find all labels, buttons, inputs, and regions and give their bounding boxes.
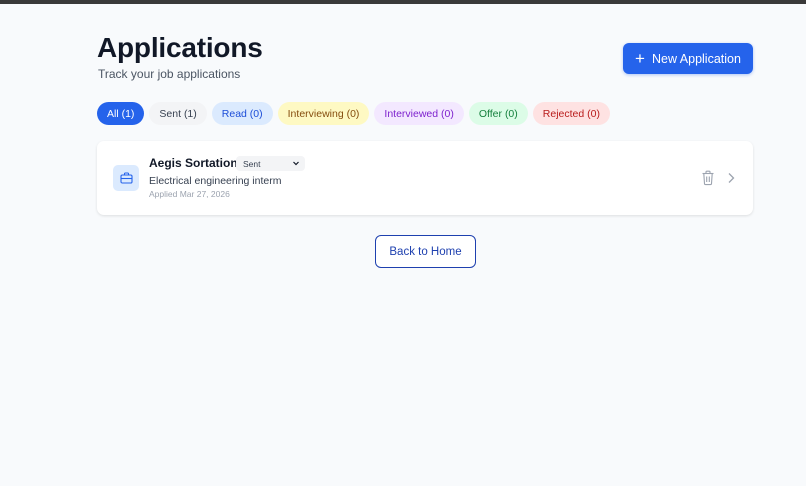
filter-rejected[interactable]: Rejected (0): [532, 102, 610, 125]
new-application-button[interactable]: + New Application: [623, 43, 753, 74]
applied-date: Applied Mar 27, 2026: [149, 189, 230, 199]
filter-sent[interactable]: Sent (1): [149, 102, 207, 125]
back-to-home-button[interactable]: Back to Home: [375, 235, 476, 268]
filter-offer[interactable]: Offer (0): [468, 102, 528, 125]
applications-page: Applications Track your job applications…: [0, 0, 806, 486]
filter-interviewing[interactable]: Interviewing (0): [277, 102, 370, 125]
new-application-label: New Application: [651, 51, 741, 66]
chevron-down-icon: [293, 161, 299, 166]
application-card[interactable]: Aegis Sortation Sent Electrical engineer…: [97, 141, 753, 215]
page-title: Applications: [97, 32, 263, 63]
status-select-value: Sent: [243, 158, 261, 169]
company-name: Aegis Sortation: [149, 156, 238, 170]
status-filter-bar: All (1) Sent (1) Read (0) Interviewing (…: [97, 102, 610, 125]
filter-all[interactable]: All (1): [97, 102, 145, 125]
filter-read[interactable]: Read (0): [211, 102, 273, 125]
chevron-right-icon[interactable]: [726, 172, 736, 184]
filter-interviewed[interactable]: Interviewed (0): [374, 102, 464, 125]
trash-icon[interactable]: [701, 170, 715, 186]
status-select[interactable]: Sent: [236, 156, 305, 171]
job-position: Electrical engineering interm: [149, 175, 282, 187]
page-subtitle: Track your job applications: [98, 67, 241, 81]
plus-icon: +: [635, 48, 645, 68]
briefcase-icon: [113, 165, 139, 191]
